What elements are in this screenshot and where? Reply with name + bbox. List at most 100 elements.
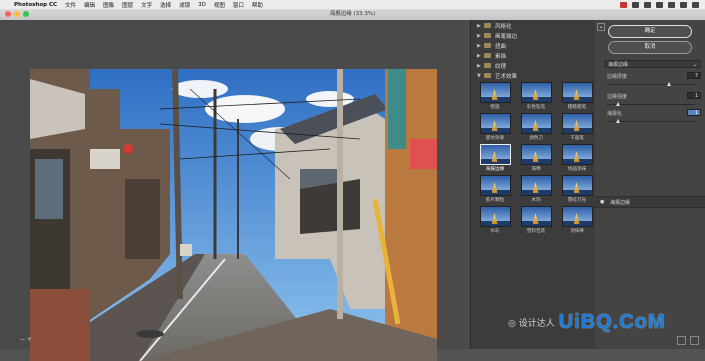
filter-preview-thumbnail — [479, 206, 511, 227]
new-layer-icon[interactable] — [677, 336, 686, 345]
menu-filter[interactable]: 滤镜 — [179, 1, 190, 9]
app-menu[interactable]: Photoshop CC — [14, 2, 57, 8]
cancel-button[interactable]: 取消 — [608, 41, 692, 54]
filter-preview-thumbnail — [561, 82, 593, 103]
filter-thumb[interactable]: 彩色铅笔 — [517, 82, 555, 113]
ok-button[interactable]: 确定 — [608, 25, 692, 38]
filter-thumb[interactable]: 海绵 — [517, 144, 555, 175]
expand-arrow-icon: ▶ — [477, 52, 481, 59]
menu-help[interactable]: 帮助 — [252, 1, 263, 9]
filter-thumb[interactable]: 塑料包装 — [517, 206, 555, 237]
filter-preview-thumbnail — [520, 82, 552, 103]
recording-icon[interactable] — [620, 1, 627, 8]
menu-3d[interactable]: 3D — [198, 2, 206, 8]
category-artistic[interactable]: ▼ 艺术效果 — [471, 71, 595, 80]
filter-preview-thumbnail — [520, 144, 552, 165]
filter-thumb[interactable]: 胶片颗粒 — [476, 175, 514, 206]
filter-thumb[interactable]: 绘画涂抹 — [558, 144, 596, 175]
filter-thumb[interactable]: 霓虹灯光 — [558, 175, 596, 206]
filter-preview-thumbnail — [520, 113, 552, 134]
collapse-arrow-icon: ▼ — [477, 72, 481, 79]
slider-knob[interactable] — [615, 119, 620, 123]
menu-image[interactable]: 图像 — [103, 1, 114, 9]
expand-arrow-icon: ▶ — [477, 22, 481, 29]
filter-preview-thumbnail — [520, 175, 552, 196]
filter-preview-thumbnail — [561, 175, 593, 196]
menu-layer[interactable]: 图层 — [122, 1, 133, 9]
edge-intensity-input[interactable]: 1 — [687, 92, 701, 99]
menu-type[interactable]: 文字 — [141, 1, 152, 9]
filter-preview-thumbnail — [561, 206, 593, 227]
wifi-icon[interactable] — [644, 1, 651, 8]
expand-arrow-icon: ▶ — [477, 62, 481, 69]
filter-controls-panel: ▴ 确定 取消 海报边缘 ⌄ 边缘厚度 7 边缘强度 1 海报化 1 ● 海报边缘 — [595, 20, 705, 349]
watermark-logo: UiBQ.CoM — [558, 311, 666, 333]
collapse-gallery-button[interactable]: ▴ — [597, 23, 605, 31]
trash-icon[interactable] — [690, 336, 699, 345]
flag-icon[interactable] — [668, 1, 675, 8]
mac-menubar: Photoshop CC 文件 编辑 图像 图层 文字 选择 滤镜 3D 视图 … — [0, 0, 705, 9]
expand-arrow-icon: ▶ — [477, 32, 481, 39]
filter-thumb[interactable]: 粗糙蜡笔 — [558, 82, 596, 113]
category-stylize[interactable]: ▶ 风格化 — [471, 21, 595, 30]
slider-knob[interactable] — [667, 82, 672, 86]
menu-list-icon[interactable] — [692, 1, 699, 8]
chevron-down-icon: ⌄ — [692, 62, 697, 68]
folder-icon — [484, 43, 491, 48]
dialog-titlebar: 海报边缘 (33.3%) — [0, 9, 705, 20]
zoom-button[interactable] — [23, 11, 29, 17]
window-controls — [5, 11, 29, 17]
filter-preview-thumbnail — [561, 113, 593, 134]
effect-layer-row[interactable]: ● 海报边缘 — [595, 196, 705, 208]
close-button[interactable] — [5, 11, 11, 17]
slider-track[interactable] — [607, 104, 695, 105]
edge-thickness-input[interactable]: 7 — [687, 72, 701, 79]
slider-track[interactable] — [607, 84, 695, 85]
menu-file[interactable]: 文件 — [65, 1, 76, 9]
category-sketch[interactable]: ▶ 素描 — [471, 51, 595, 60]
category-brush-strokes[interactable]: ▶ 画笔描边 — [471, 31, 595, 40]
filter-thumb[interactable]: 水彩 — [476, 206, 514, 237]
filter-gallery: ▶ 风格化 ▶ 画笔描边 ▶ 扭曲 ▶ 素描 ▶ 纹理 ▼ 艺术效果 壁画 彩色铅笔 粗糙蜡… — [470, 20, 595, 349]
folder-icon — [484, 23, 491, 28]
filter-preview-thumbnail — [479, 113, 511, 134]
filter-thumb-selected[interactable]: 海报边缘 — [476, 144, 514, 175]
category-texture[interactable]: ▶ 纹理 — [471, 61, 595, 70]
folder-icon — [484, 33, 491, 38]
filter-preview-thumbnail — [479, 144, 511, 165]
filter-preview-thumbnail — [520, 206, 552, 227]
filter-thumb[interactable]: 壁画 — [476, 82, 514, 113]
expand-arrow-icon: ▶ — [477, 42, 481, 49]
menu-view[interactable]: 视图 — [214, 1, 225, 9]
dialog-title: 海报边缘 (33.3%) — [329, 11, 376, 17]
eye-icon[interactable]: ● — [600, 199, 604, 205]
volume-icon[interactable] — [656, 1, 663, 8]
filter-thumb[interactable]: 涂抹棒 — [558, 206, 596, 237]
status-tray — [620, 1, 705, 8]
preview-image[interactable] — [30, 69, 437, 361]
minimize-button[interactable] — [14, 11, 20, 17]
slider-track[interactable] — [607, 121, 695, 122]
preview-area[interactable]: − + — [0, 20, 470, 361]
filter-thumb[interactable]: 木刻 — [517, 175, 555, 206]
filter-preview-thumbnail — [561, 144, 593, 165]
menu-window[interactable]: 窗口 — [233, 1, 244, 9]
watermark-badge: ◎ 设计达人 — [508, 319, 555, 329]
menu-select[interactable]: 选择 — [160, 1, 171, 9]
filter-thumb[interactable]: 底纹效果 — [476, 113, 514, 144]
search-icon[interactable] — [680, 1, 687, 8]
slider-knob[interactable] — [615, 102, 620, 106]
param-posterization: 海报化 1 — [605, 109, 701, 129]
filter-preview-thumbnail — [479, 175, 511, 196]
battery-icon[interactable] — [632, 1, 639, 8]
category-distort[interactable]: ▶ 扭曲 — [471, 41, 595, 50]
filter-thumb[interactable]: 干画笔 — [558, 113, 596, 144]
filter-preview-thumbnail — [479, 82, 511, 103]
filter-thumb[interactable]: 调色刀 — [517, 113, 555, 144]
folder-open-icon — [484, 73, 491, 78]
zoom-controls[interactable]: − + — [20, 336, 32, 343]
filter-select[interactable]: 海报边缘 ⌄ — [605, 60, 701, 68]
param-edge-thickness: 边缘厚度 7 — [605, 72, 701, 92]
posterization-input[interactable]: 1 — [687, 109, 701, 116]
menu-edit[interactable]: 编辑 — [84, 1, 95, 9]
